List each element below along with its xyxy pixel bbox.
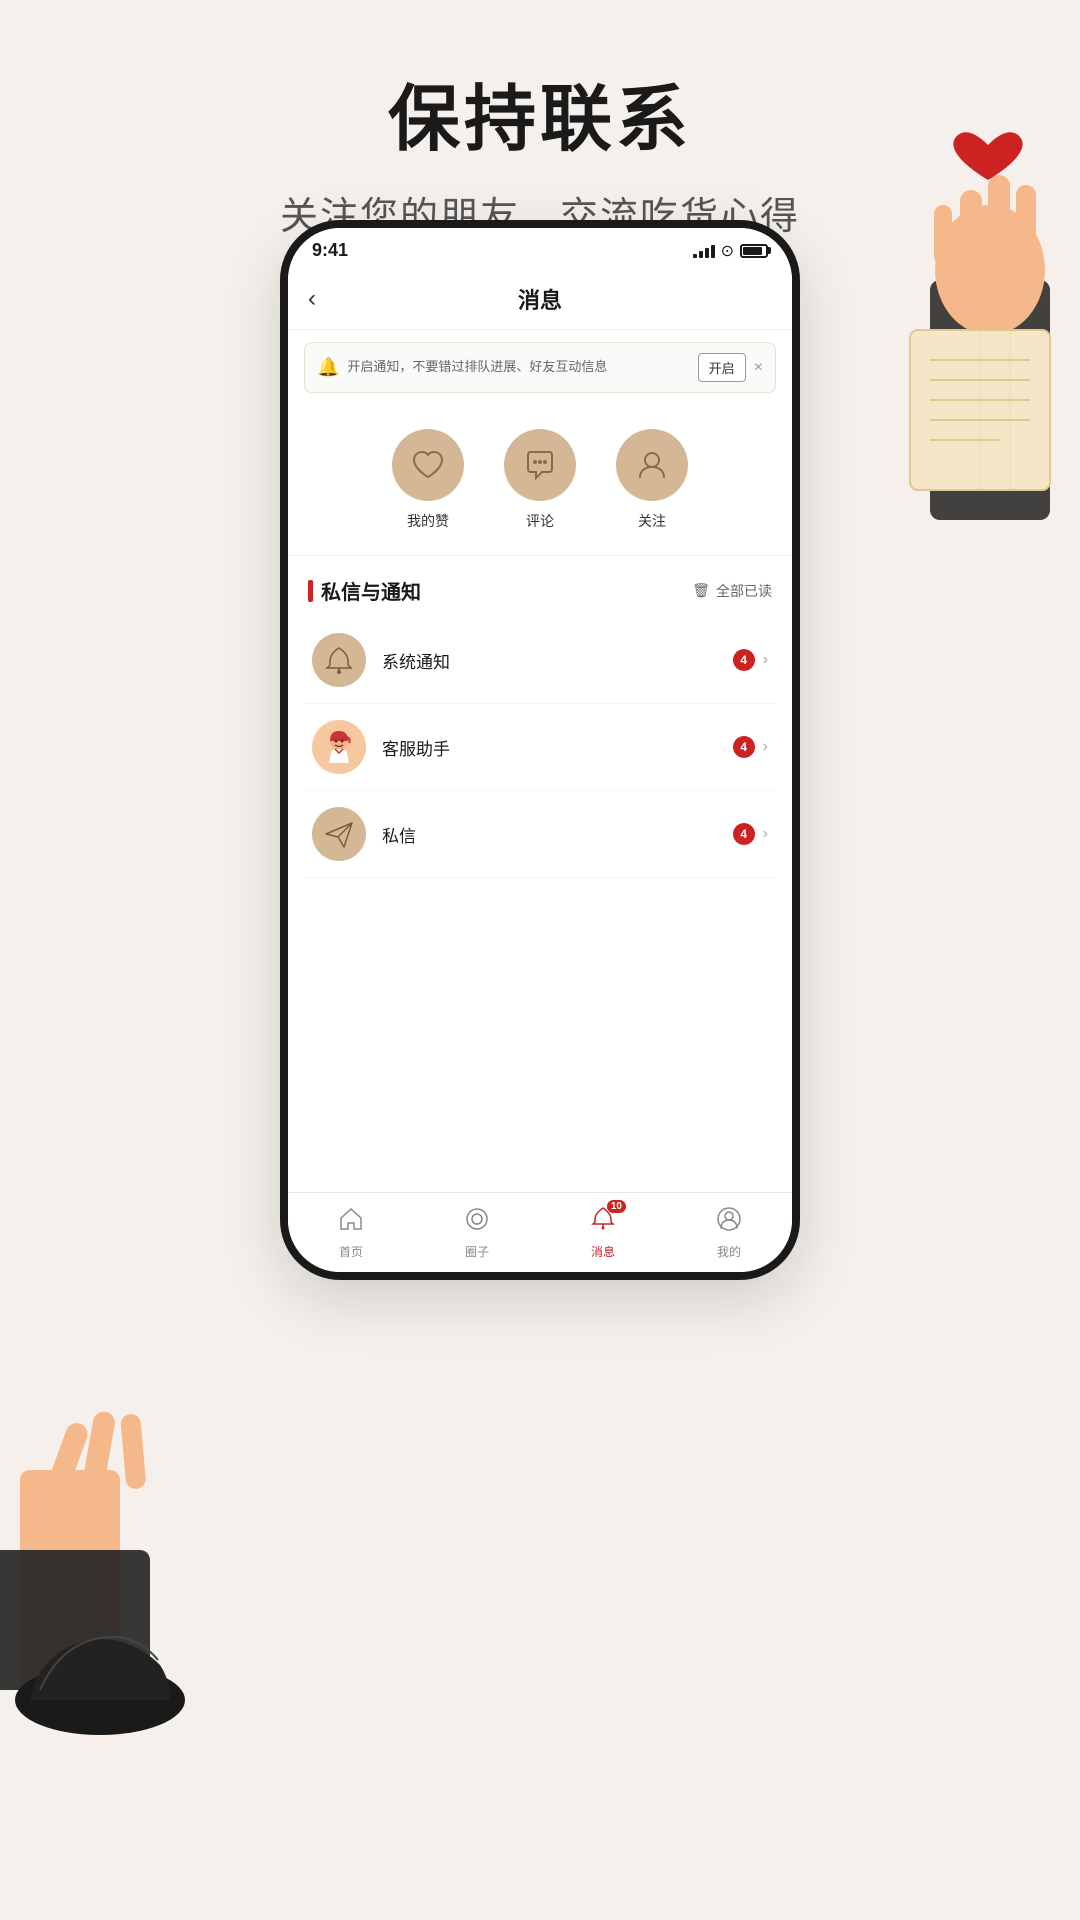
page-header: 保持联系 关注您的朋友，交流吃货心得 bbox=[0, 0, 1080, 240]
private-message-item[interactable]: 私信 4 › bbox=[304, 791, 776, 878]
wifi-icon: ⊙ bbox=[721, 241, 734, 261]
status-time: 9:41 bbox=[312, 240, 348, 261]
follow-label: 关注 bbox=[638, 511, 666, 531]
customer-service-right: 4 › bbox=[733, 736, 768, 758]
private-message-content: 私信 bbox=[382, 822, 733, 847]
system-notification-avatar bbox=[312, 633, 366, 687]
system-notification-badge: 4 bbox=[733, 649, 755, 671]
messages-tab-badge: 10 bbox=[607, 1200, 626, 1213]
system-notification-content: 系统通知 bbox=[382, 648, 733, 673]
tab-circle-label: 圈子 bbox=[465, 1243, 489, 1260]
title-bar-accent bbox=[308, 580, 313, 602]
tab-bar: 首页 圈子 10 bbox=[288, 1192, 792, 1272]
customer-service-item[interactable]: 客服助手 4 › bbox=[304, 704, 776, 791]
status-bar: 9:41 ⊙ bbox=[288, 228, 792, 269]
home-icon bbox=[338, 1206, 364, 1239]
my-likes-label: 我的赞 bbox=[407, 511, 449, 531]
private-message-right: 4 › bbox=[733, 823, 768, 845]
section-title: 私信与通知 bbox=[308, 576, 421, 605]
customer-service-badge: 4 bbox=[733, 736, 755, 758]
bell-icon: 🔔 bbox=[317, 357, 339, 378]
follow-item[interactable]: 关注 bbox=[616, 429, 688, 531]
trash-icon: 🗑 bbox=[692, 582, 710, 599]
notif-close-button[interactable]: × bbox=[754, 359, 763, 377]
my-likes-icon bbox=[392, 429, 464, 501]
my-likes-item[interactable]: 我的赞 bbox=[392, 429, 464, 531]
comments-item[interactable]: 评论 bbox=[504, 429, 576, 531]
status-icons: ⊙ bbox=[693, 241, 768, 261]
messages-icon: 10 bbox=[590, 1206, 616, 1239]
customer-service-content: 客服助手 bbox=[382, 735, 733, 760]
message-list: 系统通知 4 › bbox=[288, 617, 792, 878]
mark-all-read-label: 全部已读 bbox=[716, 581, 772, 601]
private-message-badge: 4 bbox=[733, 823, 755, 845]
private-message-chevron: › bbox=[763, 825, 768, 843]
system-notification-right: 4 › bbox=[733, 649, 768, 671]
tab-messages-label: 消息 bbox=[591, 1243, 615, 1260]
private-message-name: 私信 bbox=[382, 827, 416, 846]
profile-icon bbox=[716, 1206, 742, 1239]
deco-shoe bbox=[10, 1600, 190, 1740]
nav-bar: ‹ 消息 bbox=[288, 269, 792, 330]
nav-title: 消息 bbox=[348, 283, 732, 315]
customer-service-name: 客服助手 bbox=[382, 740, 450, 759]
tab-profile[interactable]: 我的 bbox=[666, 1206, 792, 1260]
comments-label: 评论 bbox=[526, 511, 554, 531]
notif-text: 开启通知，不要错过排队进展、好友互动信息 bbox=[347, 359, 689, 376]
customer-service-avatar bbox=[312, 720, 366, 774]
comments-icon bbox=[504, 429, 576, 501]
signal-icon bbox=[693, 244, 715, 258]
customer-service-chevron: › bbox=[763, 738, 768, 756]
mark-all-read-button[interactable]: 🗑 全部已读 bbox=[692, 581, 772, 601]
section-title-text: 私信与通知 bbox=[321, 576, 421, 605]
circle-icon bbox=[464, 1206, 490, 1239]
battery-icon bbox=[740, 244, 768, 258]
back-button[interactable]: ‹ bbox=[308, 285, 348, 313]
notif-enable-button[interactable]: 开启 bbox=[698, 353, 746, 382]
system-notification-name: 系统通知 bbox=[382, 653, 450, 672]
section-header: 私信与通知 🗑 全部已读 bbox=[288, 560, 792, 617]
tab-home-label: 首页 bbox=[339, 1243, 363, 1260]
tab-home[interactable]: 首页 bbox=[288, 1206, 414, 1260]
divider bbox=[288, 555, 792, 556]
deco-notebook bbox=[900, 320, 1060, 500]
notification-banner: 🔔 开启通知，不要错过排队进展、好友互动信息 开启 × bbox=[304, 342, 776, 393]
tab-messages[interactable]: 10 消息 bbox=[540, 1206, 666, 1260]
phone-mockup: 9:41 ⊙ ‹ 消息 🔔 开启通知，不要错过排队进展、好友 bbox=[280, 220, 800, 1280]
private-message-avatar bbox=[312, 807, 366, 861]
follow-icon bbox=[616, 429, 688, 501]
page-title: 保持联系 bbox=[0, 60, 1080, 165]
icon-grid: 我的赞 评论 bbox=[288, 405, 792, 551]
tab-profile-label: 我的 bbox=[717, 1243, 741, 1260]
phone-screen: 9:41 ⊙ ‹ 消息 🔔 开启通知，不要错过排队进展、好友 bbox=[280, 220, 800, 1280]
system-notification-chevron: › bbox=[763, 651, 768, 669]
tab-circle[interactable]: 圈子 bbox=[414, 1206, 540, 1260]
system-notification-item[interactable]: 系统通知 4 › bbox=[304, 617, 776, 704]
